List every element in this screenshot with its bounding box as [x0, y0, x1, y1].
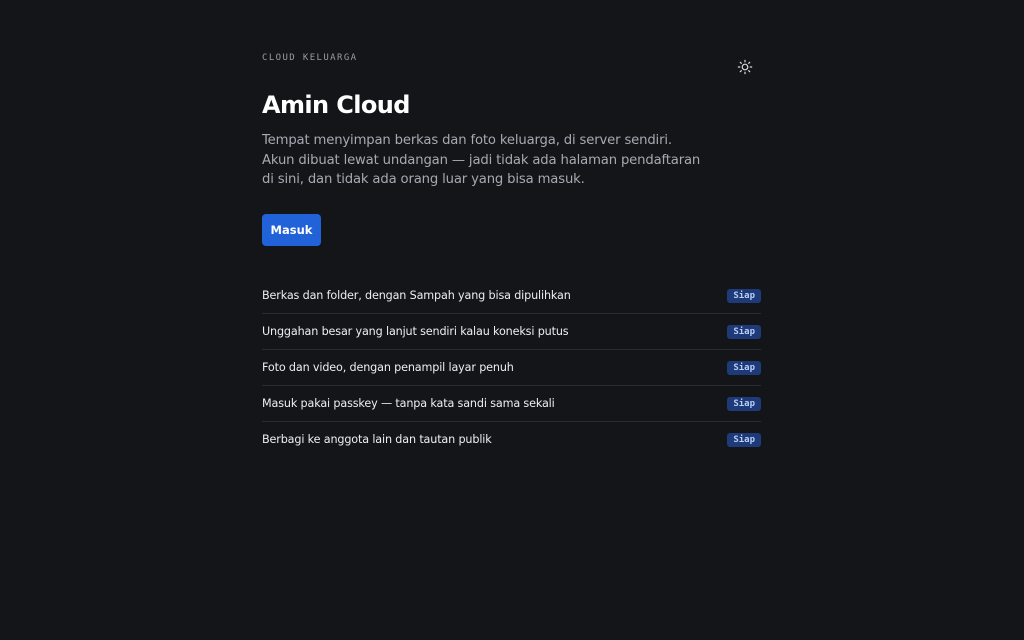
- status-badge: Siap: [727, 396, 761, 411]
- eyebrow-label: CLOUD KELUARGA: [262, 53, 358, 63]
- login-button[interactable]: Masuk: [262, 214, 321, 246]
- feature-text: Unggahan besar yang lanjut sendiri kalau…: [262, 325, 569, 338]
- page-description: Tempat menyimpan berkas dan foto keluarg…: [262, 133, 701, 187]
- feature-text: Foto dan video, dengan penampil layar pe…: [262, 361, 514, 374]
- status-badge: Siap: [727, 324, 761, 339]
- sun-icon: [737, 59, 753, 75]
- status-badge: Siap: [727, 432, 761, 447]
- page-title: Amin Cloud: [262, 91, 410, 119]
- list-item: Berkas dan folder, dengan Sampah yang bi…: [262, 278, 761, 314]
- feature-text: Berkas dan folder, dengan Sampah yang bi…: [262, 289, 571, 302]
- theme-toggle-button[interactable]: [736, 58, 754, 76]
- list-item: Masuk pakai passkey — tanpa kata sandi s…: [262, 386, 761, 422]
- list-item: Unggahan besar yang lanjut sendiri kalau…: [262, 314, 761, 350]
- feature-text: Berbagi ke anggota lain dan tautan publi…: [262, 433, 492, 446]
- list-item: Foto dan video, dengan penampil layar pe…: [262, 350, 761, 386]
- feature-text: Masuk pakai passkey — tanpa kata sandi s…: [262, 397, 555, 410]
- status-badge: Siap: [727, 288, 761, 303]
- status-badge: Siap: [727, 360, 761, 375]
- list-item: Berbagi ke anggota lain dan tautan publi…: [262, 422, 761, 457]
- feature-list: Berkas dan folder, dengan Sampah yang bi…: [262, 278, 761, 457]
